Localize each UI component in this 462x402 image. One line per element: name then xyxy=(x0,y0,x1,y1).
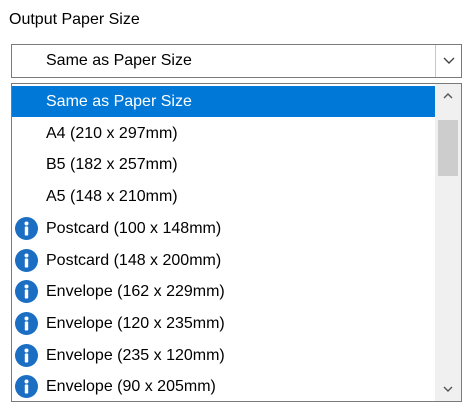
option-label: Postcard (148 x 200mm) xyxy=(46,251,222,269)
output-paper-size-dropdown[interactable]: Same as Paper Size xyxy=(11,44,462,78)
option-item[interactable]: Same as Paper Size xyxy=(12,86,436,117)
option-item[interactable]: Postcard (100 x 148mm) xyxy=(12,213,436,244)
option-item[interactable]: A4 (210 x 297mm) xyxy=(12,118,436,149)
option-label: A4 (210 x 297mm) xyxy=(46,124,178,142)
option-item[interactable]: A5 (148 x 210mm) xyxy=(12,181,436,212)
output-paper-size-label: Output Paper Size xyxy=(9,11,140,28)
option-item[interactable]: Postcard (148 x 200mm) xyxy=(12,245,436,276)
option-item[interactable]: Envelope (120 x 235mm) xyxy=(12,308,436,339)
option-item[interactable]: B5 (182 x 257mm) xyxy=(12,149,436,180)
dropdown-selected-value: Same as Paper Size xyxy=(46,52,192,69)
info-icon xyxy=(15,216,38,240)
info-icon xyxy=(15,375,38,399)
vertical-scrollbar[interactable] xyxy=(435,84,461,401)
option-label: Postcard (100 x 148mm) xyxy=(46,219,222,237)
option-label: A5 (148 x 210mm) xyxy=(46,188,178,206)
option-label: B5 (182 x 257mm) xyxy=(46,156,178,174)
option-label: Same as Paper Size xyxy=(46,93,192,110)
option-label: Envelope (120 x 235mm) xyxy=(46,314,225,332)
option-item[interactable]: Envelope (235 x 120mm) xyxy=(12,340,436,371)
info-icon xyxy=(15,280,38,304)
option-item[interactable]: Envelope (90 x 205mm) xyxy=(12,371,436,401)
info-icon xyxy=(15,343,38,367)
option-label: Envelope (162 x 229mm) xyxy=(46,283,225,301)
chevron-up-icon[interactable] xyxy=(435,84,461,108)
option-label: Envelope (90 x 205mm) xyxy=(46,378,216,396)
info-icon xyxy=(15,248,38,272)
paper-size-options-list: Same as Paper Size A4 (210 x 297mm) B5 (18… xyxy=(11,83,462,402)
option-label: Envelope (235 x 120mm) xyxy=(46,346,225,364)
info-icon xyxy=(15,311,38,335)
option-item[interactable]: Envelope (162 x 229mm) xyxy=(12,276,436,307)
chevron-down-icon[interactable] xyxy=(435,45,461,77)
scrollbar-thumb[interactable] xyxy=(438,120,458,176)
chevron-down-icon[interactable] xyxy=(435,377,461,401)
